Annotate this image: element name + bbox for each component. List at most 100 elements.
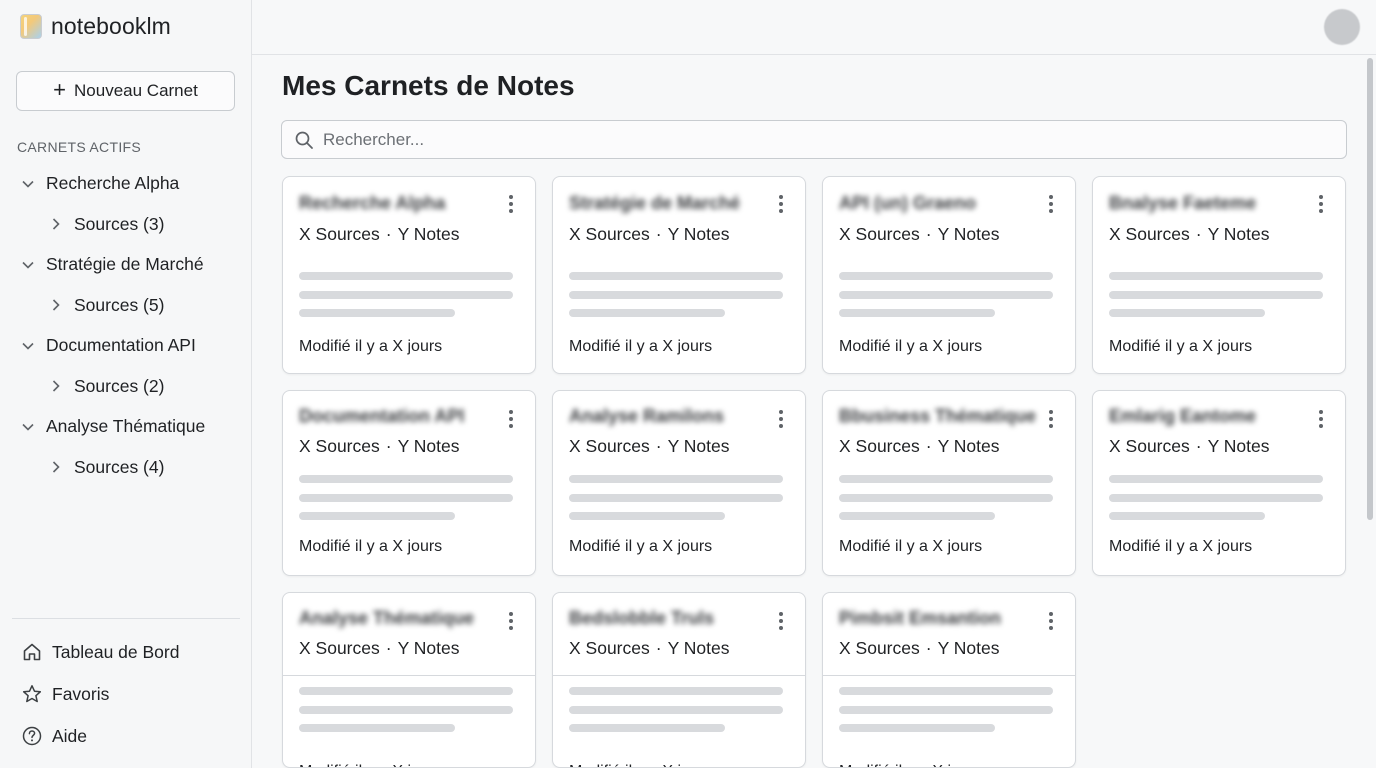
card-preview-placeholder [299,493,513,502]
more-vert-icon[interactable] [1043,612,1059,630]
card-title: Bnalyse Faeteme [1109,193,1257,213]
notebook-card[interactable]: Bnalyse Faeteme X Sources · Y Notes Modifié … [1092,176,1346,374]
card-sources-count: X Sources [569,224,650,244]
card-notes-count: Y Notes [667,638,730,658]
card-preview-placeholder [299,309,455,317]
card-preview-placeholder [299,724,455,732]
chevron-right-icon[interactable] [48,218,64,230]
chevron-right-icon[interactable] [48,380,64,392]
new-notebook-button[interactable]: + Nouveau Carnet [16,71,235,111]
notebook-card[interactable]: Analyse Ramilons X Sources · Y Notes Modifié… [552,390,806,576]
more-vert-icon[interactable] [773,195,789,213]
search-input[interactable] [323,129,1223,150]
more-vert-icon[interactable] [773,612,789,630]
notebook-card[interactable]: Bbusiness Thématique X Sources · Y Notes Mod… [822,390,1076,576]
more-vert-icon[interactable] [1043,410,1059,428]
scrollbar[interactable] [1364,55,1376,768]
notebook-card[interactable]: Pimbsit Emsantion X Sources·Y Notes Modifi… [822,592,1076,768]
nav-item-dashboard[interactable]: Tableau de Bord [22,631,179,673]
notebook-logo-icon [20,14,42,39]
chevron-down-icon[interactable] [20,423,36,431]
card-sources-count: X Sources [569,436,650,456]
card-modified-date: Modifié il y a X jours [569,338,713,355]
chevron-right-icon[interactable] [48,461,64,473]
nav-item-help[interactable]: Aide [22,715,179,757]
card-modified-date: Modifié il y a X jours [299,338,443,355]
separator-dot: · [655,638,662,658]
card-preview-placeholder [569,272,783,280]
card-notes-count: Y Notes [397,224,460,244]
nav-item-favorites[interactable]: Favoris [22,673,179,715]
tree-sources-item[interactable]: Sources (2) [0,366,251,406]
card-title: Recherche Alpha [299,193,446,213]
card-preview-placeholder [1109,512,1265,520]
tree-notebook-item[interactable]: Recherche Alpha [0,163,251,204]
card-meta: X Sources · Y Notes [299,436,460,457]
card-title: Documentation API [299,406,465,426]
app-logo[interactable]: notebooklm [20,13,171,40]
more-vert-icon[interactable] [503,612,519,630]
tree-notebook-item[interactable]: Documentation API [0,325,251,366]
card-modified-date: Modifié il y a X jours [839,338,983,355]
notebook-card[interactable]: Stratégie de Marché X Sources · Y Notes Modi… [552,176,806,374]
chevron-down-icon[interactable] [20,342,36,350]
tree-sources-item[interactable]: Sources (3) [0,204,251,244]
notebook-card[interactable]: Emlarig Eantome X Sources · Y Notes Modifié … [1092,390,1346,576]
card-title: API (un) Graeno [839,193,977,213]
card-preview-placeholder [1109,290,1323,299]
tree-notebook-label: Stratégie de Marché [46,254,204,274]
scrollbar-thumb[interactable] [1367,58,1373,520]
notebook-card[interactable]: Documentation API X Sources · Y Notes Modifi… [282,390,536,576]
app-name: notebooklm [51,13,171,39]
card-preview-placeholder [839,724,995,732]
notebook-card[interactable]: Bedslobble Truls X Sources·Y Notes Modifié… [552,592,806,768]
card-title: Analyse Thématique [299,608,475,628]
notebook-card[interactable]: API (un) Graeno X Sources · Y Notes Modifié … [822,176,1076,374]
card-preview-placeholder [569,512,725,520]
notebook-card[interactable]: Analyse Thématique X Sources·Y Notes Modif… [282,592,536,768]
more-vert-icon[interactable] [1313,410,1329,428]
user-avatar[interactable] [1324,9,1360,45]
card-divider [823,675,1075,676]
notebook-card[interactable]: Recherche Alpha X Sources · Y Notes Modifié … [282,176,536,374]
card-preview-placeholder [299,687,513,695]
separator-dot: · [385,638,392,658]
separator-dot: · [655,224,662,244]
card-preview-placeholder [1109,272,1323,280]
star-icon [22,684,42,704]
card-modified-date: Modifié il y a X jours [569,538,713,555]
bottom-nav: Tableau de Bord Favoris Aide [22,631,179,757]
more-vert-icon[interactable] [1313,195,1329,213]
card-preview-placeholder [839,272,1053,280]
card-preview-placeholder [839,512,995,520]
card-modified-date: Modifié il y a X jours [839,538,983,555]
separator-dot: · [925,638,932,658]
search-bar[interactable] [281,120,1347,159]
tree-notebook-item[interactable]: Analyse Thématique [0,406,251,447]
card-sources-count: X Sources [299,436,380,456]
card-title: Emlarig Eantome [1109,406,1257,426]
more-vert-icon[interactable] [503,195,519,213]
tree-sources-label: Sources (4) [74,456,165,477]
card-preview-placeholder [839,290,1053,299]
more-vert-icon[interactable] [503,410,519,428]
nav-item-label: Favoris [52,683,110,704]
card-preview-placeholder [839,493,1053,502]
separator-dot: · [1195,224,1202,244]
card-notes-count: Y Notes [1207,224,1270,244]
card-preview-placeholder [569,705,783,714]
card-sources-count: X Sources [839,638,920,658]
section-label-active-notebooks: CARNETS ACTIFS [17,139,141,155]
tree-sources-item[interactable]: Sources (4) [0,447,251,487]
more-vert-icon[interactable] [773,410,789,428]
more-vert-icon[interactable] [1043,195,1059,213]
notebook-tree: Recherche Alpha Sources (3) Stratégie de… [0,163,251,487]
chevron-down-icon[interactable] [20,261,36,269]
tree-notebook-item[interactable]: Stratégie de Marché [0,244,251,285]
chevron-right-icon[interactable] [48,299,64,311]
chevron-down-icon[interactable] [20,180,36,188]
card-meta: X Sources · Y Notes [1109,224,1270,245]
card-meta: X Sources · Y Notes [299,638,460,659]
tree-sources-item[interactable]: Sources (5) [0,285,251,325]
card-notes-count: Y Notes [937,638,1000,658]
